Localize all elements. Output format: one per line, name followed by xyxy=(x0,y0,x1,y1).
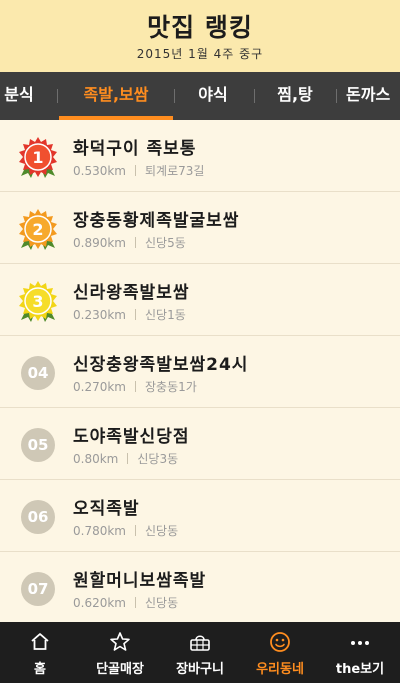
meta-divider xyxy=(127,453,129,464)
nav-label: 홈 xyxy=(34,662,46,677)
address: 신당5동 xyxy=(145,236,186,250)
address: 신당3동 xyxy=(137,452,179,466)
meta-divider xyxy=(135,237,136,248)
meta-divider xyxy=(135,381,136,392)
nav-neighborhood[interactable]: 우리동네 xyxy=(240,622,320,683)
rank-number: 3 xyxy=(32,292,43,311)
distance: 0.80km xyxy=(73,452,119,466)
restaurant-name: 화덕구이 족보통 xyxy=(73,139,197,159)
page-header: 맛집 랭킹 2015년 1월 4주 중구 xyxy=(0,0,400,72)
rank-badge: 04 xyxy=(21,356,55,390)
rank-badge: 06 xyxy=(21,500,55,534)
meta-divider xyxy=(135,165,136,176)
tab-jokbal-bossam[interactable]: 족발,보쌈 xyxy=(59,72,173,120)
list-item[interactable]: 06 오직족발 0.780km 신당동 xyxy=(0,480,400,552)
restaurant-name: 도야족발신당점 xyxy=(73,427,190,447)
address: 퇴계로73길 xyxy=(145,164,205,178)
distance: 0.620km xyxy=(73,596,126,610)
distance: 0.270km xyxy=(73,380,126,394)
restaurant-meta: 0.890km 신당5동 xyxy=(73,234,186,251)
restaurant-meta: 0.80km 신당3동 xyxy=(73,450,178,467)
restaurant-name: 신라왕족발보쌈 xyxy=(73,283,190,303)
restaurant-meta: 0.620km 신당동 xyxy=(73,594,178,611)
bottom-navigation: 홈 단골매장 장바구니 우리동네 the보기 xyxy=(0,622,400,683)
restaurant-meta: 0.230km 신당1동 xyxy=(73,306,186,323)
rank-number: 1 xyxy=(32,148,43,167)
neighborhood-icon xyxy=(270,632,290,652)
address: 장충동1가 xyxy=(145,380,197,394)
tab-divider xyxy=(57,89,58,103)
tab-yasik[interactable]: 야식 xyxy=(180,72,246,120)
rank-badge: 05 xyxy=(21,428,55,462)
nav-cart[interactable]: 장바구니 xyxy=(160,622,240,683)
tab-divider xyxy=(174,89,175,103)
nav-home[interactable]: 홈 xyxy=(0,622,80,683)
home-icon xyxy=(31,633,49,650)
tab-divider xyxy=(336,89,337,103)
distance: 0.530km xyxy=(73,164,126,178)
tab-jjim-tang[interactable]: 찜,탕 xyxy=(262,72,328,120)
list-item[interactable]: 2 장충동황제족발굴보쌈 0.890km 신당5동 xyxy=(0,192,400,264)
restaurant-ranking-list: 1 화덕구이 족보통 0.530km 퇴계로73길 2 장충동황제족발굴보쌈 0.… xyxy=(0,120,400,622)
list-item[interactable]: 3 신라왕족발보쌈 0.230km 신당1동 xyxy=(0,264,400,336)
tab-bunsik[interactable]: 분식 xyxy=(0,72,44,120)
distance: 0.230km xyxy=(73,308,126,322)
address: 신당1동 xyxy=(145,308,186,322)
page-subtitle: 2015년 1월 4주 중구 xyxy=(136,47,264,61)
restaurant-meta: 0.270km 장충동1가 xyxy=(73,378,197,395)
list-item[interactable]: 1 화덕구이 족보통 0.530km 퇴계로73길 xyxy=(0,120,400,192)
list-item[interactable]: 05 도야족발신당점 0.80km 신당3동 xyxy=(0,408,400,480)
orange-medal-icon: 2 xyxy=(19,209,57,250)
restaurant-meta: 0.780km 신당동 xyxy=(73,522,178,539)
nav-label: the보기 xyxy=(335,662,385,677)
address: 신당동 xyxy=(145,524,179,538)
restaurant-name: 오직족발 xyxy=(73,499,140,519)
nav-label: 단골매장 xyxy=(96,662,144,677)
restaurant-name: 장충동황제족발굴보쌈 xyxy=(73,211,240,231)
gold-medal-icon: 3 xyxy=(19,281,57,322)
rank-badge: 07 xyxy=(21,572,55,606)
address: 신당동 xyxy=(145,596,179,610)
tab-divider xyxy=(254,89,255,103)
tab-donkatsu[interactable]: 돈까스 xyxy=(346,72,400,120)
more-icon xyxy=(351,641,369,645)
meta-divider xyxy=(135,597,136,608)
restaurant-meta: 0.530km 퇴계로73길 xyxy=(73,162,204,179)
page-title: 맛집 랭킹 xyxy=(147,13,253,42)
nav-favorites[interactable]: 단골매장 xyxy=(80,622,160,683)
restaurant-name: 원할머니보쌈족발 xyxy=(73,571,207,591)
meta-divider xyxy=(135,309,136,320)
category-tabs: 분식 족발,보쌈 야식 찜,탕 돈까스 xyxy=(0,72,400,120)
restaurant-name: 신장충왕족발보쌈24시 xyxy=(73,355,249,375)
nav-label: 장바구니 xyxy=(176,662,224,677)
basket-icon xyxy=(190,635,210,651)
star-icon xyxy=(110,632,130,651)
list-item[interactable]: 04 신장충왕족발보쌈24시 0.270km 장충동1가 xyxy=(0,336,400,408)
distance: 0.890km xyxy=(73,236,126,250)
nav-label: 우리동네 xyxy=(256,662,304,677)
meta-divider xyxy=(135,525,136,536)
rank-number: 2 xyxy=(32,220,43,239)
list-item[interactable]: 07 원할머니보쌈족발 0.620km 신당동 xyxy=(0,552,400,622)
red-medal-icon: 1 xyxy=(19,137,57,178)
distance: 0.780km xyxy=(73,524,126,538)
nav-more[interactable]: the보기 xyxy=(320,622,400,683)
